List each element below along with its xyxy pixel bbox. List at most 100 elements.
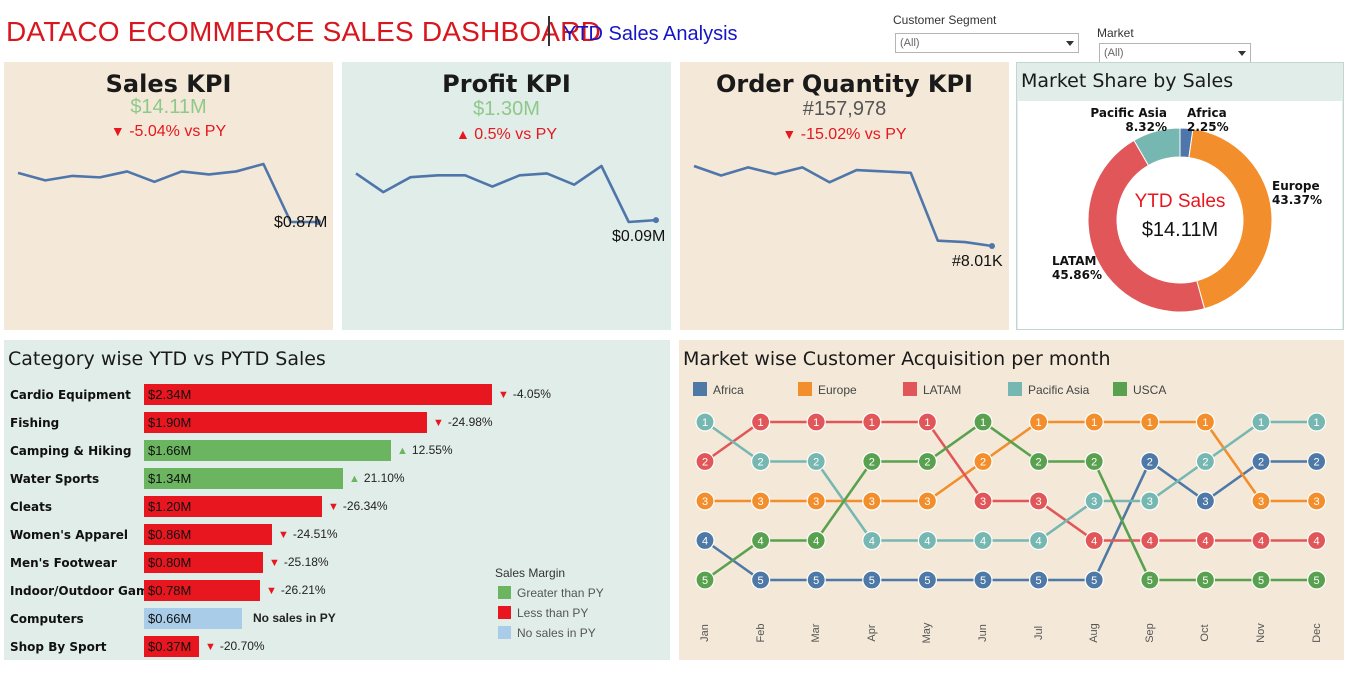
rank-point[interactable]: 5 [973, 570, 993, 590]
rank-point[interactable]: 2 [1029, 451, 1049, 472]
rank-point[interactable]: 4 [695, 530, 715, 551]
rank-point[interactable]: 4 [973, 530, 993, 551]
rank-point[interactable]: 5 [1195, 570, 1216, 590]
rank-point[interactable]: 3 [1195, 491, 1216, 511]
rank-point[interactable]: 5 [750, 570, 771, 590]
rank-point[interactable]: 1 [695, 412, 715, 432]
category-bar[interactable]: $1.34M [144, 468, 343, 489]
rank-point[interactable]: 4 [917, 530, 937, 551]
rank-point[interactable]: 5 [1140, 570, 1160, 590]
rank-point[interactable]: 2 [917, 451, 937, 472]
category-bar[interactable]: $1.20M [144, 496, 322, 517]
market-dropdown[interactable]: (All) [1099, 43, 1251, 63]
rank-point[interactable]: 4 [1029, 530, 1049, 551]
rank-label: 5 [1258, 575, 1264, 587]
rank-point[interactable]: 1 [1195, 412, 1216, 432]
rank-point[interactable]: 2 [750, 451, 771, 472]
rank-point[interactable]: 1 [973, 412, 993, 432]
rank-point[interactable]: 3 [1029, 491, 1049, 511]
rank-point[interactable]: 4 [806, 530, 826, 551]
category-bar[interactable]: $0.86M [144, 524, 272, 545]
rank-point[interactable]: 4 [1140, 530, 1160, 551]
rank-point[interactable]: 1 [862, 412, 882, 432]
rank-point[interactable]: 3 [695, 491, 715, 511]
rank-label: 1 [869, 417, 875, 429]
profit-end-label: $0.09M [612, 228, 666, 245]
rank-point[interactable]: 1 [1084, 412, 1104, 432]
rank-point[interactable]: 4 [1251, 530, 1271, 551]
category-bar[interactable]: $0.78M [144, 580, 260, 601]
rank-label: 5 [1147, 575, 1153, 587]
rank-point[interactable]: 2 [1306, 451, 1327, 472]
category-bar-label: $1.34M [148, 471, 192, 486]
rank-point[interactable]: 3 [973, 491, 993, 511]
category-delta: ▲ 21.10% [349, 471, 405, 485]
rank-label: 5 [1314, 575, 1320, 587]
rank-point[interactable]: 2 [1251, 451, 1271, 472]
rank-point[interactable]: 1 [917, 412, 937, 432]
rank-label: 1 [1202, 417, 1208, 429]
rank-point[interactable]: 3 [1251, 491, 1271, 511]
category-bar[interactable]: $0.66M [144, 608, 242, 629]
category-bar[interactable]: $1.66M [144, 440, 391, 461]
rank-point[interactable]: 4 [1084, 530, 1104, 551]
rank-point[interactable]: 2 [806, 451, 826, 472]
rank-point[interactable]: 2 [695, 451, 715, 472]
rank-point[interactable]: 5 [695, 570, 715, 590]
category-delta: No sales in PY [253, 611, 336, 625]
rank-point[interactable]: 1 [1029, 412, 1049, 432]
rank-point[interactable]: 4 [750, 530, 771, 551]
rank-point[interactable]: 3 [1084, 491, 1104, 511]
rank-point[interactable]: 5 [1084, 570, 1104, 590]
rank-point[interactable]: 1 [1140, 412, 1160, 432]
category-bar[interactable]: $0.37M [144, 636, 199, 657]
rank-point[interactable]: 3 [806, 491, 826, 511]
legend-greater: Greater than PY [498, 586, 604, 600]
profit-kpi-panel: Profit KPI $1.30M ▲ 0.5% vs PY $0.09M [342, 62, 671, 330]
rank-point[interactable]: 2 [973, 451, 993, 472]
profit-sparkline [355, 164, 659, 224]
rank-point[interactable]: 3 [1140, 491, 1160, 511]
rank-point[interactable]: 5 [1251, 570, 1271, 590]
category-bar-label: $0.78M [148, 583, 192, 598]
rank-point[interactable]: 4 [862, 530, 882, 551]
category-bar-label: $0.80M [148, 555, 192, 570]
rank-point[interactable]: 5 [862, 570, 882, 590]
rank-point[interactable]: 2 [862, 451, 882, 472]
rank-point[interactable]: 4 [1306, 530, 1327, 551]
category-bar[interactable]: $0.80M [144, 552, 263, 573]
rank-point[interactable]: 1 [750, 412, 771, 432]
rank-point[interactable]: 3 [750, 491, 771, 511]
series-line-pacific-asia [704, 420, 1317, 542]
rank-point[interactable]: 5 [806, 570, 826, 590]
rank-point[interactable]: 1 [1306, 412, 1327, 432]
category-bar-label: $0.86M [148, 527, 192, 542]
rank-point[interactable]: 2 [1084, 451, 1104, 472]
down-triangle-icon: ▼ [278, 529, 289, 541]
rank-point[interactable]: 3 [862, 491, 882, 511]
rank-point[interactable]: 2 [1140, 451, 1160, 472]
rank-point[interactable]: 5 [1306, 570, 1327, 590]
rank-point[interactable]: 3 [1306, 491, 1327, 511]
sales-sparkline [17, 162, 321, 225]
rank-label: 3 [702, 496, 708, 508]
rank-label: 1 [813, 417, 819, 429]
rank-point[interactable]: 5 [1029, 570, 1049, 590]
rank-point[interactable]: 5 [917, 570, 937, 590]
category-row: Cleats $1.20M ▼ -26.34% [4, 496, 670, 518]
rank-label: 2 [1036, 457, 1042, 469]
category-delta: ▼ -24.98% [433, 415, 493, 429]
rank-point[interactable]: 4 [1195, 530, 1216, 551]
month-label: May [921, 622, 934, 644]
category-bar[interactable]: $2.34M [144, 384, 492, 405]
rank-point[interactable]: 2 [1195, 451, 1216, 472]
category-bar-label: $2.34M [148, 387, 192, 402]
category-name: Camping & Hiking [10, 444, 132, 458]
legend-none: No sales in PY [498, 626, 596, 640]
rank-point[interactable]: 1 [806, 412, 826, 432]
rank-point[interactable]: 1 [1251, 412, 1271, 432]
rank-point[interactable]: 3 [917, 491, 937, 511]
rank-label: 4 [1202, 536, 1208, 548]
customer-segment-dropdown[interactable]: (All) [895, 33, 1079, 53]
category-bar[interactable]: $1.90M [144, 412, 427, 433]
